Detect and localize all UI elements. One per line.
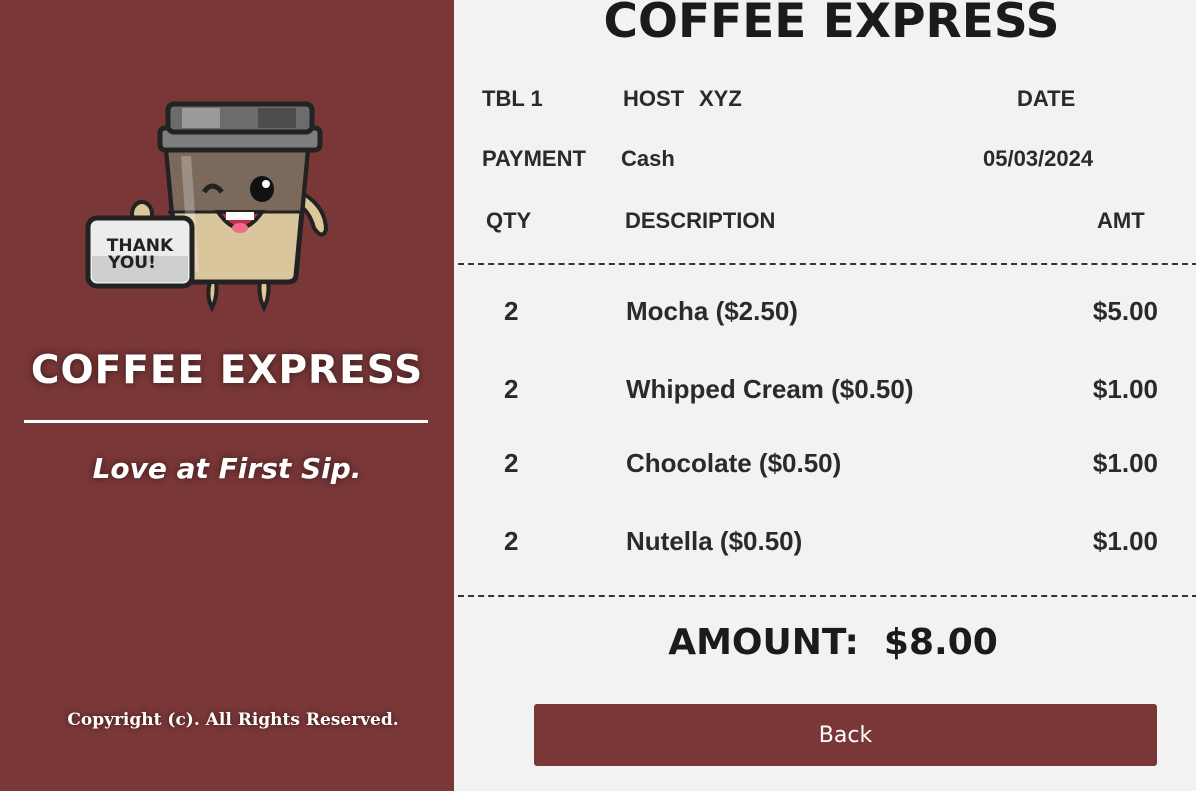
table-number: TBL 1 (482, 86, 543, 111)
sidebar-copyright: Copyright (c). All Rights Reserved. (67, 710, 399, 730)
sidebar-divider (24, 420, 428, 423)
column-header-amt: AMT (1097, 208, 1145, 233)
host-value: XYZ (699, 86, 742, 111)
sidebar-brand-title: COFFEE EXPRESS (30, 348, 424, 393)
coffee-cup-mascot-icon: THANK YOU! (85, 101, 329, 312)
back-button[interactable]: Back (534, 704, 1157, 766)
line-item-qty: 2 (504, 374, 519, 404)
amount-total: AMOUNT: $8.00 (454, 622, 1196, 663)
receipt-title: COFFEE EXPRESS (603, 0, 1060, 49)
line-item-description: Whipped Cream ($0.50) (626, 374, 914, 404)
receipt-divider-top (458, 263, 1196, 265)
line-item-description: Chocolate ($0.50) (626, 448, 842, 478)
line-item-description: Mocha ($2.50) (626, 296, 798, 326)
mascot-sign-text-line2: YOU! (107, 253, 156, 273)
date-label: DATE (1017, 86, 1076, 111)
host-label: HOST (623, 86, 685, 111)
sidebar-panel: THANK YOU! COFFEE EXPRESS Love at First … (0, 0, 454, 791)
column-header-description: DESCRIPTION (625, 208, 776, 233)
line-item-qty: 2 (504, 526, 519, 556)
payment-label: PAYMENT (482, 146, 586, 171)
line-item: 2 Nutella ($0.50) $1.00 (454, 526, 1196, 566)
line-item-description: Nutella ($0.50) (626, 526, 803, 556)
line-item: 2 Whipped Cream ($0.50) $1.00 (454, 374, 1196, 414)
date-value: 05/03/2024 (983, 146, 1094, 171)
amount-value: $8.00 (883, 622, 998, 663)
column-header-qty: QTY (486, 208, 532, 233)
line-item: 2 Chocolate ($0.50) $1.00 (454, 448, 1196, 488)
line-item: 2 Mocha ($2.50) $5.00 (454, 296, 1196, 336)
line-item-amount: $1.00 (1092, 526, 1158, 556)
receipt-divider-bottom (458, 595, 1196, 597)
payment-value: Cash (621, 146, 675, 171)
line-item-qty: 2 (504, 448, 519, 478)
line-item-amount: $1.00 (1092, 374, 1158, 404)
line-item-qty: 2 (504, 296, 519, 326)
line-item-amount: $1.00 (1092, 448, 1158, 478)
receipt-panel: COFFEE EXPRESS TBL 1 HOST XYZ DATE PAYME… (454, 0, 1196, 791)
line-item-amount: $5.00 (1092, 296, 1158, 326)
amount-label: AMOUNT: (668, 622, 859, 663)
sidebar-tagline: Love at First Sip. (92, 452, 362, 485)
